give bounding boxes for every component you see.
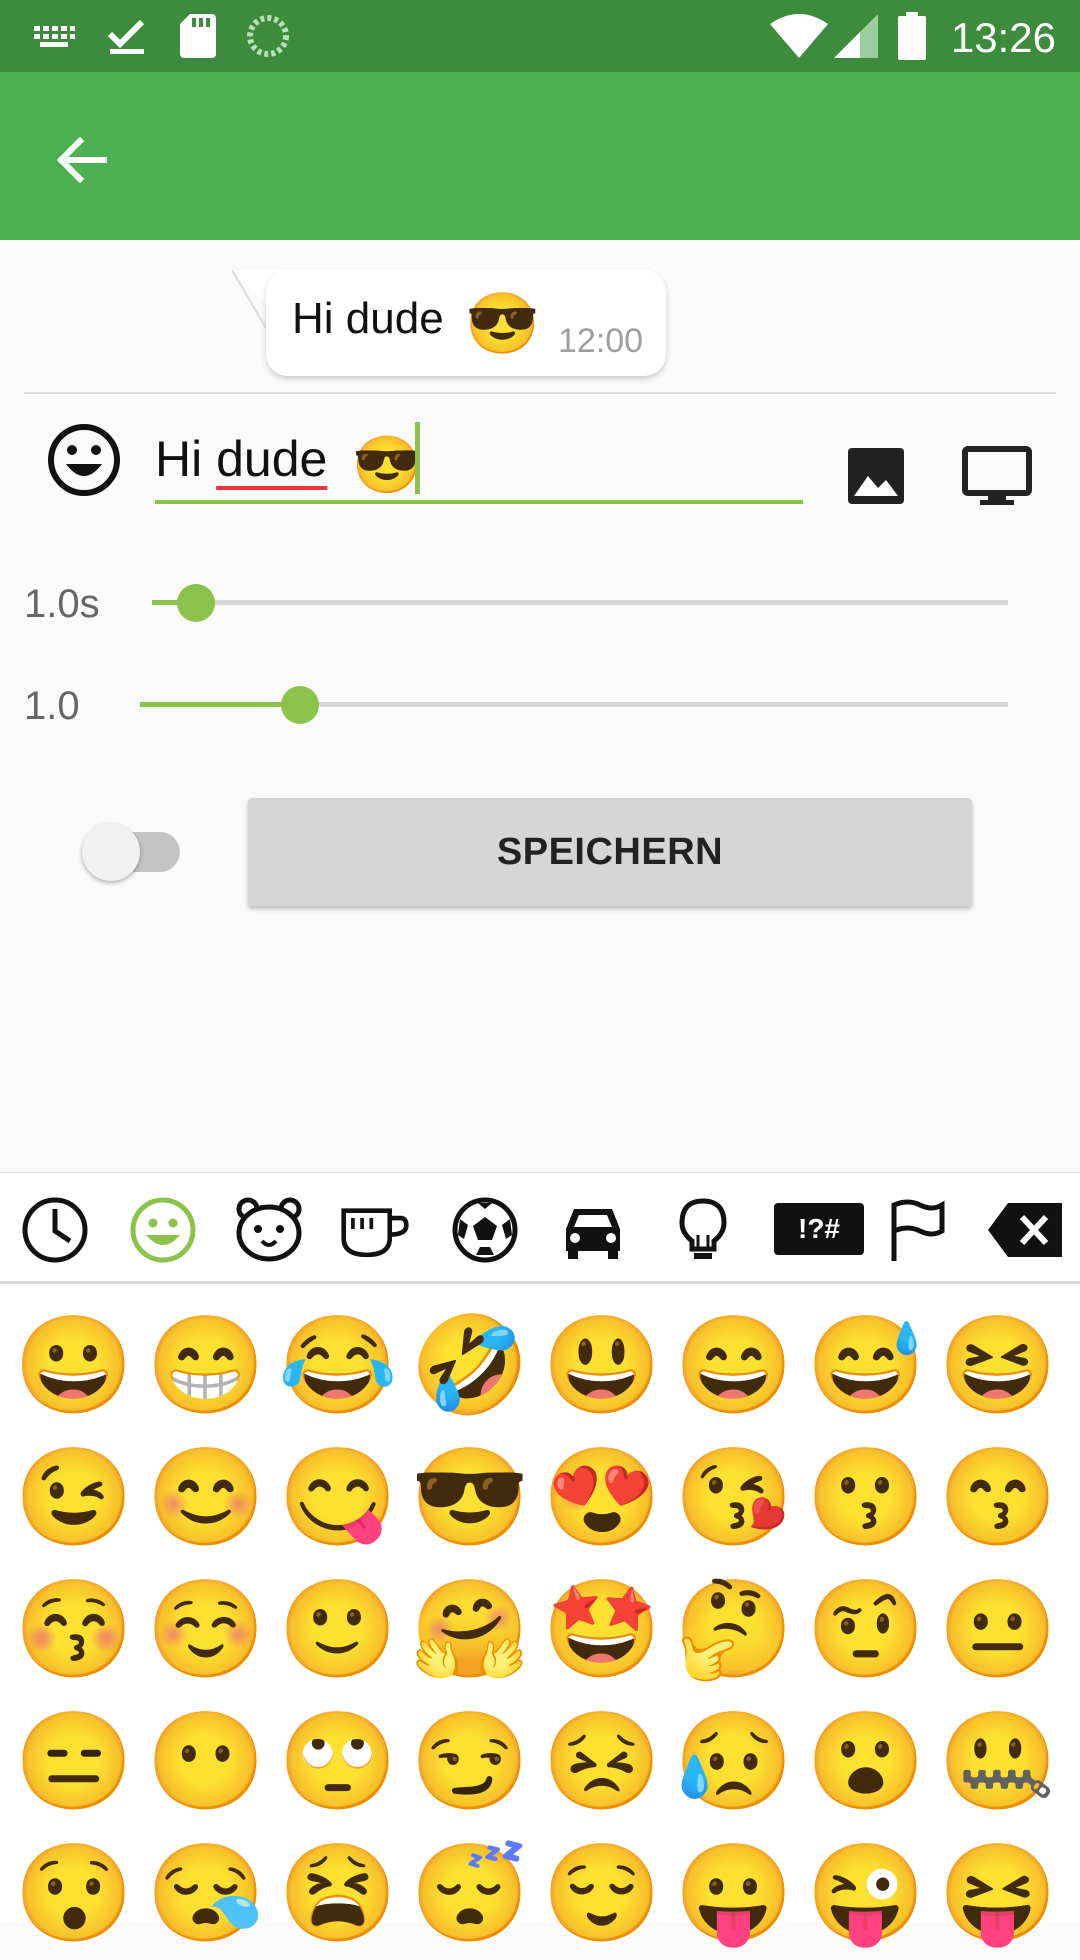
- emoji-grid: 😀 😁 😂 🤣 😃 😄 😅 😆 😉 😊 😋 😎 😍 😘 😗 😙 😚 ☺️ 🙂 🤗 🤩 🤔 🤨 😐 😑 😶 🙄 😏 😣 😥 😮 🤐 😯 😪 😫 😴 😌 😛 😜…: [0, 1284, 1080, 1942]
- smileys-icon[interactable]: [128, 1195, 198, 1265]
- input-emoji: 😎: [352, 433, 422, 496]
- emoji-key[interactable]: 😊: [140, 1432, 272, 1564]
- image-icon[interactable]: [846, 446, 906, 506]
- emoji-key[interactable]: 🤣: [404, 1300, 536, 1432]
- duration-track[interactable]: [152, 600, 1008, 605]
- emoji-key[interactable]: 😉: [8, 1432, 140, 1564]
- emoji-key[interactable]: 😂: [272, 1300, 404, 1432]
- message-text: Hi dude: [292, 294, 444, 343]
- emoji-key[interactable]: 😴: [404, 1828, 536, 1960]
- duration-thumb[interactable]: [177, 584, 215, 622]
- travel-icon[interactable]: [558, 1195, 628, 1265]
- emoji-key[interactable]: 😍: [536, 1432, 668, 1564]
- emoji-key[interactable]: 🤔: [668, 1564, 800, 1696]
- emoji-key[interactable]: 😄: [668, 1300, 800, 1432]
- activity-icon[interactable]: [450, 1195, 520, 1265]
- emoji-key[interactable]: 😎: [404, 1432, 536, 1564]
- emoji-key[interactable]: 😙: [932, 1432, 1064, 1564]
- message-emoji: 😎: [465, 290, 540, 357]
- save-button[interactable]: SPEICHERN: [248, 798, 972, 906]
- emoji-key[interactable]: 😁: [140, 1300, 272, 1432]
- status-bar: 13:26: [0, 0, 1080, 72]
- emoji-toggle-icon[interactable]: [46, 422, 122, 498]
- food-icon[interactable]: [340, 1195, 410, 1265]
- emoji-key[interactable]: 😝: [932, 1828, 1064, 1960]
- emoji-key[interactable]: 🙂: [272, 1564, 404, 1696]
- emoji-key[interactable]: 😮: [800, 1696, 932, 1828]
- message-time: 12:00: [558, 322, 644, 360]
- emoji-key[interactable]: 😪: [140, 1828, 272, 1960]
- wifi-icon: [770, 14, 828, 58]
- text-caret: [415, 422, 420, 494]
- animals-icon[interactable]: [234, 1195, 304, 1265]
- emoji-key[interactable]: 😥: [668, 1696, 800, 1828]
- message-input[interactable]: Hi dude: [155, 430, 327, 488]
- emoji-key[interactable]: 😗: [800, 1432, 932, 1564]
- emoji-key[interactable]: 🤩: [536, 1564, 668, 1696]
- battery-icon: [898, 12, 926, 60]
- arrow-back-icon[interactable]: [52, 130, 112, 190]
- status-time: 13:26: [950, 14, 1056, 61]
- emoji-key[interactable]: 😘: [668, 1432, 800, 1564]
- emoji-key[interactable]: 🤐: [932, 1696, 1064, 1828]
- duration-label: 1.0s: [24, 582, 100, 626]
- scale-fill: [140, 702, 300, 707]
- input-misspelled-word: dude: [216, 431, 328, 487]
- symbols-icon[interactable]: !?#: [774, 1203, 864, 1255]
- emoji-key[interactable]: 😃: [536, 1300, 668, 1432]
- emoji-key[interactable]: 😜: [800, 1828, 932, 1960]
- emoji-key[interactable]: 😶: [140, 1696, 272, 1828]
- input-word: Hi: [155, 431, 203, 487]
- emoji-key[interactable]: 🤨: [800, 1564, 932, 1696]
- emoji-category-bar: !?#: [0, 1173, 1080, 1284]
- emoji-key[interactable]: 😅: [800, 1300, 932, 1432]
- flags-icon[interactable]: [882, 1195, 952, 1265]
- sd-card-icon: [180, 14, 216, 58]
- scale-label: 1.0: [24, 684, 80, 728]
- app-bar: [0, 72, 1080, 240]
- signal-icon: [834, 14, 878, 58]
- emoji-key[interactable]: 😛: [668, 1828, 800, 1960]
- toggle-thumb[interactable]: [82, 823, 140, 881]
- backspace-icon[interactable]: [988, 1195, 1064, 1265]
- download-done-icon: [107, 19, 145, 54]
- emoji-key[interactable]: 😆: [932, 1300, 1064, 1432]
- keyboard-icon: [34, 26, 75, 47]
- emoji-key[interactable]: 😯: [8, 1828, 140, 1960]
- emoji-key[interactable]: 🤗: [404, 1564, 536, 1696]
- emoji-key[interactable]: ☺️: [140, 1564, 272, 1696]
- emoji-keyboard: !?# 😀 😁 😂 🤣 😃 😄 😅 😆 😉 😊 😋 😎 😍 😘 😗 😙 😚 ☺️ 🙂 🤗 🤩 🤔 🤨 😐 😑 😶 🙄 😏 😣 😥 😮 🤐 😯 😪 😫…: [0, 1172, 1080, 1942]
- emoji-key[interactable]: 😑: [8, 1696, 140, 1828]
- recent-icon[interactable]: [20, 1195, 90, 1265]
- scale-thumb[interactable]: [281, 686, 319, 724]
- emoji-key[interactable]: 😫: [272, 1828, 404, 1960]
- input-underline: [155, 500, 803, 504]
- monitor-icon[interactable]: [962, 446, 1032, 506]
- emoji-key[interactable]: 🙄: [272, 1696, 404, 1828]
- emoji-key[interactable]: 😋: [272, 1432, 404, 1564]
- emoji-key[interactable]: 😣: [536, 1696, 668, 1828]
- emoji-key[interactable]: 😀: [8, 1300, 140, 1432]
- objects-icon[interactable]: [668, 1195, 738, 1265]
- emoji-key[interactable]: 😏: [404, 1696, 536, 1828]
- emoji-key[interactable]: 😐: [932, 1564, 1064, 1696]
- emoji-key[interactable]: 😚: [8, 1564, 140, 1696]
- emoji-key[interactable]: 😌: [536, 1828, 668, 1960]
- sync-spinner-icon: [247, 15, 289, 57]
- divider: [24, 392, 1056, 394]
